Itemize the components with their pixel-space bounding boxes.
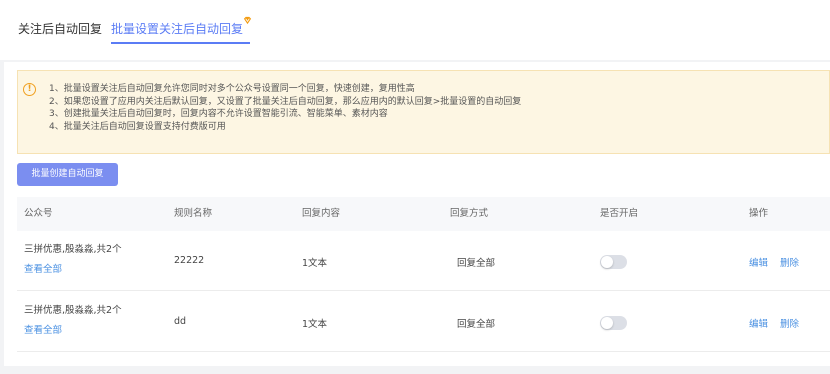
enabled-toggle[interactable] <box>600 316 627 330</box>
header-enabled: 是否开启 <box>600 208 639 219</box>
batch-create-button[interactable]: 批量创建自动回复 <box>17 163 118 186</box>
reply-mode: 回复全部 <box>457 319 496 330</box>
notice-text: 1、批量设置关注后自动回复允许您同时对多个公众号设置同一个回复，快速创建，复用性… <box>49 83 521 133</box>
table-row: 三拼优惠,殷淼淼,共2个 查看全部 dd 1文本 回复全部 编辑 删除 <box>17 292 830 352</box>
view-all-link[interactable]: 查看全部 <box>24 322 62 336</box>
view-all-link[interactable]: 查看全部 <box>24 261 62 275</box>
vip-badge-icon <box>243 16 252 25</box>
notice-line: 2、如果您设置了应用内关注后默认回复，又设置了批量关注后自动回复，那么应用内的默… <box>49 96 522 107</box>
reply-content: 1文本 <box>302 319 328 330</box>
account-names: 三拼优惠,殷淼淼,共2个 <box>24 244 122 255</box>
delete-link[interactable]: 删除 <box>780 316 799 330</box>
rule-name: 22222 <box>174 255 205 266</box>
header-actions: 操作 <box>749 208 769 219</box>
enabled-toggle[interactable] <box>600 255 627 269</box>
reply-mode: 回复全部 <box>457 258 496 269</box>
edit-link[interactable]: 编辑 <box>749 316 768 330</box>
edit-link[interactable]: 编辑 <box>749 255 768 269</box>
header-rule-name: 规则名称 <box>174 208 213 219</box>
reply-content: 1文本 <box>302 258 328 269</box>
rule-name: dd <box>174 316 187 327</box>
header-account: 公众号 <box>24 208 53 219</box>
info-icon: ! <box>23 83 36 96</box>
toggle-knob <box>601 256 613 268</box>
notice-line: 1、批量设置关注后自动回复允许您同时对多个公众号设置同一个回复，快速创建，复用性… <box>49 84 415 94</box>
table-header: 公众号 规则名称 回复内容 回复方式 是否开启 操作 <box>17 197 830 231</box>
notice-box: ! 1、批量设置关注后自动回复允许您同时对多个公众号设置同一个回复，快速创建，复… <box>17 70 830 154</box>
header-reply-content: 回复内容 <box>302 208 341 219</box>
header-reply-mode: 回复方式 <box>450 208 489 219</box>
tab-batch-auto-reply[interactable]: 批量设置关注后自动回复 <box>111 21 243 37</box>
tab-auto-reply[interactable]: 关注后自动回复 <box>18 21 102 37</box>
notice-line: 4、批量关注后自动回复设置支持付费版可用 <box>49 121 226 132</box>
active-tab-indicator <box>111 42 250 44</box>
top-tab-bar: 关注后自动回复 批量设置关注后自动回复 <box>0 0 830 60</box>
delete-link[interactable]: 删除 <box>780 255 799 269</box>
notice-line: 3、创建批量关注后自动回复时，回复内容不允许设置智能引流、智能菜单、素材内容 <box>49 109 388 119</box>
table-row: 三拼优惠,殷淼淼,共2个 查看全部 22222 1文本 回复全部 编辑 删除 <box>17 231 830 291</box>
account-names: 三拼优惠,殷淼淼,共2个 <box>24 305 122 316</box>
toggle-knob <box>601 317 613 329</box>
